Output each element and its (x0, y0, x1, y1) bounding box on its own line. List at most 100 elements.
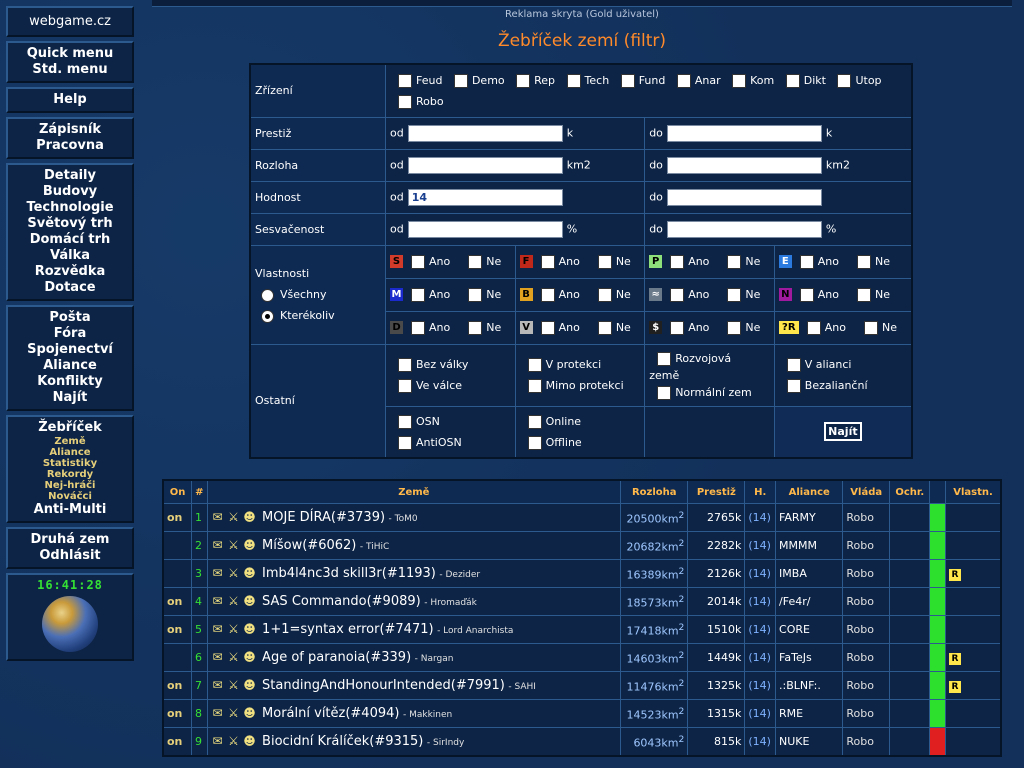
spy-icon[interactable]: ☻ (243, 510, 257, 524)
checkbox-ano[interactable] (670, 320, 685, 335)
message-icon[interactable]: ✉ (211, 734, 225, 748)
checkbox-offline[interactable] (527, 435, 542, 450)
checkbox[interactable] (785, 73, 800, 88)
spy-icon[interactable]: ☻ (243, 538, 257, 552)
checkbox-ano[interactable] (411, 254, 425, 269)
spy-icon[interactable]: ☻ (243, 566, 257, 580)
radio-kterekoliv[interactable] (261, 309, 274, 323)
alliance-name[interactable]: FaTeJs (775, 643, 844, 672)
menu-odhlasit[interactable]: Odhlásit (10, 548, 130, 564)
attack-icon[interactable]: ⚔ (227, 622, 241, 636)
menu-zapisnik[interactable]: Zápisník (10, 122, 130, 138)
checkbox-ano[interactable] (540, 287, 555, 302)
checkbox[interactable] (398, 94, 412, 109)
checkbox-ne[interactable] (857, 254, 872, 269)
attack-icon[interactable]: ⚔ (227, 594, 241, 608)
checkbox-ve-valce[interactable] (398, 379, 412, 393)
checkbox-normalni-zem[interactable] (657, 385, 672, 400)
spy-icon[interactable]: ☻ (243, 706, 257, 720)
col-hodnost[interactable]: H. (744, 479, 777, 504)
rozloha-do-input[interactable] (666, 156, 822, 174)
checkbox-ano[interactable] (670, 254, 685, 269)
sesvacenost-od-input[interactable] (407, 220, 563, 238)
checkbox-ne[interactable] (597, 254, 612, 269)
col-rank[interactable]: # (191, 479, 208, 504)
col-aliance[interactable]: Aliance (775, 479, 844, 504)
sesvacenost-do-input[interactable] (666, 220, 822, 238)
checkbox[interactable] (566, 73, 581, 88)
checkbox-ano[interactable] (670, 287, 685, 302)
checkbox-ne[interactable] (468, 287, 483, 302)
attack-icon[interactable]: ⚔ (227, 706, 241, 720)
alliance-name[interactable]: IMBA (775, 559, 844, 588)
menu-ladder-nej-hraci[interactable]: Nej-hráči (10, 480, 130, 491)
opt-utop[interactable]: Utop (829, 73, 882, 88)
attack-icon[interactable]: ⚔ (227, 650, 241, 664)
message-icon[interactable]: ✉ (211, 622, 225, 636)
checkbox-bezaliancni[interactable] (786, 379, 801, 393)
attack-icon[interactable]: ⚔ (227, 538, 241, 552)
col-vlada[interactable]: Vláda (842, 479, 891, 504)
col-rozloha[interactable]: Rozloha (620, 479, 689, 504)
checkbox-bez-valky[interactable] (398, 358, 412, 372)
checkbox[interactable] (398, 73, 412, 88)
prestiz-od-input[interactable] (407, 124, 563, 142)
country-name[interactable]: StandingAndHonourIntended(#7991) (262, 678, 505, 693)
message-icon[interactable]: ✉ (211, 706, 225, 720)
menu-budovy[interactable]: Budovy (10, 184, 130, 200)
opt-fund[interactable]: Fund (613, 73, 665, 88)
menu-ladder-novacci[interactable]: Nováčci (10, 491, 130, 502)
checkbox-ano[interactable] (540, 320, 555, 335)
checkbox-ne[interactable] (857, 287, 872, 302)
country-name[interactable]: Míšow(#6062) (262, 538, 356, 553)
attack-icon[interactable]: ⚔ (227, 510, 241, 524)
radio-vsechny[interactable] (261, 288, 274, 302)
country-name[interactable]: SAS Commando(#9089) (262, 594, 421, 609)
alliance-name[interactable]: .:BLNF:. (775, 671, 844, 700)
menu-najit[interactable]: Najít (10, 390, 130, 406)
menu-fora[interactable]: Fóra (10, 326, 130, 342)
alliance-name[interactable]: /Fe4r/ (775, 587, 844, 616)
spy-icon[interactable]: ☻ (243, 594, 257, 608)
prestiz-do-input[interactable] (666, 124, 822, 142)
menu-rozvedka[interactable]: Rozvědka (10, 264, 130, 280)
menu-anti-multi[interactable]: Anti-Multi (10, 502, 130, 518)
opt-tech[interactable]: Tech (559, 73, 609, 88)
checkbox-ne[interactable] (727, 287, 742, 302)
menu-konflikty[interactable]: Konflikty (10, 374, 130, 390)
country-name[interactable]: 1+1=syntax error(#7471) (262, 622, 434, 637)
menu-zebricek[interactable]: Žebříček (10, 420, 130, 436)
attack-icon[interactable]: ⚔ (227, 678, 241, 692)
menu-std[interactable]: Std. menu (10, 62, 130, 78)
message-icon[interactable]: ✉ (211, 510, 225, 524)
message-icon[interactable]: ✉ (211, 566, 225, 580)
menu-druha-zem[interactable]: Druhá zem (10, 532, 130, 548)
rozloha-od-input[interactable] (407, 156, 563, 174)
menu-ladder-statistiky[interactable]: Statistiky (10, 458, 130, 469)
checkbox-ano[interactable] (411, 287, 425, 302)
col-zeme[interactable]: Země (206, 479, 622, 504)
attack-icon[interactable]: ⚔ (227, 566, 241, 580)
menu-ladder-zeme[interactable]: Země (10, 436, 130, 447)
col-prestiz[interactable]: Prestiž (687, 479, 746, 504)
checkbox-ano[interactable] (799, 287, 814, 302)
country-name[interactable]: MOJE DÍRA(#3739) (262, 510, 385, 525)
checkbox[interactable] (732, 73, 747, 88)
alliance-name[interactable]: CORE (775, 615, 844, 644)
col-vlastnosti[interactable]: Vlastn. (945, 479, 1002, 504)
menu-pracovna[interactable]: Pracovna (10, 138, 130, 154)
country-name[interactable]: Morální vítěz(#4094) (262, 706, 399, 721)
checkbox-v-protekci[interactable] (527, 358, 542, 372)
spy-icon[interactable]: ☻ (243, 622, 257, 636)
menu-detaily[interactable]: Detaily (10, 168, 130, 184)
message-icon[interactable]: ✉ (211, 538, 225, 552)
col-on[interactable]: On (162, 479, 192, 504)
message-icon[interactable]: ✉ (211, 594, 225, 608)
menu-ladder-rekordy[interactable]: Rekordy (10, 469, 130, 480)
checkbox-ne[interactable] (597, 320, 612, 335)
menu-domaci-trh[interactable]: Domácí trh (10, 232, 130, 248)
checkbox-ne[interactable] (727, 320, 742, 335)
menu-technologie[interactable]: Technologie (10, 200, 130, 216)
checkbox-ne[interactable] (727, 254, 742, 269)
alliance-name[interactable]: NUKE (775, 727, 844, 757)
